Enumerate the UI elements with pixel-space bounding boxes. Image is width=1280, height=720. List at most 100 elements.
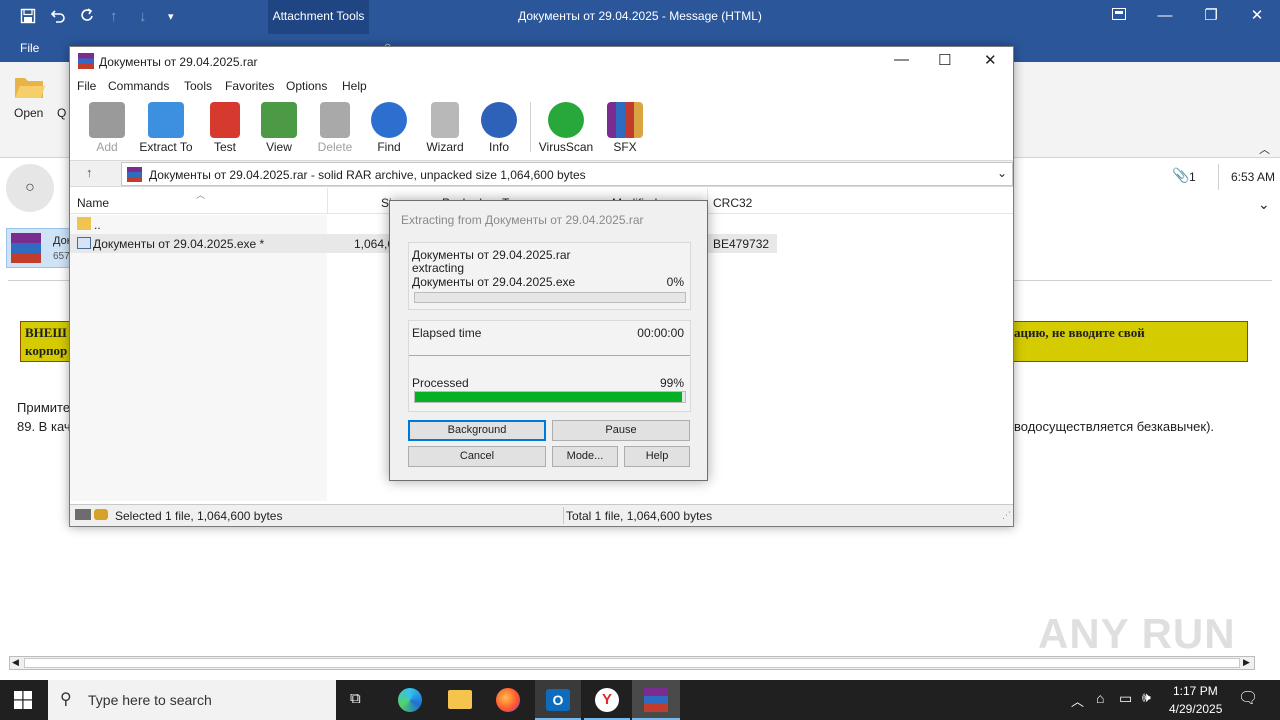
address-dropdown-icon[interactable]: ⌄	[997, 166, 1007, 180]
yandex-taskbar-button[interactable]: Y	[584, 680, 630, 720]
archive-path-text: Документы от 29.04.2025.rar - solid RAR …	[149, 168, 586, 182]
horizontal-scrollbar[interactable]: ◀ ▶	[9, 656, 1255, 670]
file-explorer-icon[interactable]	[448, 690, 472, 709]
action-center-network-icon[interactable]: ▭	[1119, 690, 1132, 707]
menu-commands[interactable]: Commands	[108, 79, 169, 93]
winrar-minimize-button[interactable]: —	[894, 51, 909, 68]
close-button[interactable]: ✕	[1234, 0, 1280, 34]
scroll-left-icon[interactable]: ◀	[12, 657, 19, 668]
cancel-button[interactable]: Cancel	[408, 446, 546, 467]
volume-icon[interactable]: 🕪	[1142, 689, 1151, 706]
anyrun-watermark: ANY RUN	[1038, 610, 1236, 657]
toolbar-view-button[interactable]: View	[252, 102, 306, 154]
virusscan-icon	[548, 102, 584, 138]
winrar-maximize-button[interactable]: ☐	[938, 51, 951, 69]
add-icon	[89, 102, 125, 138]
toolbar-delete-button[interactable]: Delete	[308, 102, 362, 154]
taskbar-search-box[interactable]: ⚲ Type here to search	[48, 680, 336, 720]
winrar-close-button[interactable]: ✕	[984, 51, 997, 69]
banner-text-right-1: омацию, не вводите свой	[999, 325, 1145, 340]
menu-tools[interactable]: Tools	[184, 79, 212, 93]
body-text-line-1: Примите	[17, 400, 71, 415]
outlook-window-title: Документы от 29.04.2025 - Message (HTML)	[518, 9, 762, 23]
column-crc32[interactable]: CRC32	[713, 196, 752, 210]
show-hidden-icons-chevron[interactable]: ︿	[1071, 691, 1084, 710]
restore-button[interactable]: ❐	[1188, 0, 1234, 34]
toolbar-test-button[interactable]: Test	[198, 102, 252, 154]
ribbon-display-options-icon[interactable]	[1096, 0, 1142, 34]
current-file-name: Документы от 29.04.2025.exe	[412, 275, 576, 289]
menu-help[interactable]: Help	[342, 79, 367, 93]
menu-file[interactable]: File	[77, 79, 96, 93]
column-name[interactable]: Name	[77, 196, 109, 210]
winrar-status-bar: Selected 1 file, 1,064,600 bytes Total 1…	[70, 504, 1013, 526]
minimize-button[interactable]: —	[1142, 0, 1188, 34]
up-one-level-icon[interactable]: ↑	[86, 165, 93, 180]
rar-file-icon	[11, 233, 41, 263]
status-selected: Selected 1 file, 1,064,600 bytes	[115, 509, 283, 523]
received-time: 6:53 AM	[1231, 170, 1276, 184]
winrar-taskbar-button[interactable]	[632, 680, 680, 720]
row-name: Документы от 29.04.2025.exe *	[93, 237, 265, 251]
status-divider	[563, 507, 564, 524]
search-placeholder: Type here to search	[88, 692, 212, 708]
menu-options[interactable]: Options	[286, 79, 327, 93]
taskbar-date[interactable]: 4/29/2025	[1169, 702, 1222, 716]
toolbar-delete-label: Delete	[317, 140, 353, 154]
mode-button[interactable]: Mode...	[552, 446, 618, 467]
tab-file[interactable]: File	[20, 41, 39, 55]
toolbar-wizard-button[interactable]: Wizard	[418, 102, 472, 154]
ribbon-quick-label[interactable]: Q	[57, 106, 66, 120]
extraction-progress-dialog: Extracting from Документы от 29.04.2025.…	[389, 200, 708, 481]
expand-header-icon[interactable]: ⌄	[1258, 196, 1270, 213]
toolbar-extract-to-button[interactable]: Extract To	[136, 102, 196, 154]
attachment-chip[interactable]: Док 657	[6, 228, 72, 268]
pause-button[interactable]: Pause	[552, 420, 690, 441]
winrar-title-bar: Документы от 29.04.2025.rar — ☐ ✕	[70, 47, 1013, 76]
toolbar-add-button[interactable]: Add	[80, 102, 134, 154]
file-progress-bar	[414, 292, 686, 303]
taskbar-time[interactable]: 1:17 PM	[1173, 684, 1218, 698]
outlook-title-bar: ↑ ↓ ▾ Attachment Tools Документы от 29.0…	[0, 0, 1280, 34]
edge-browser-icon[interactable]	[398, 688, 422, 712]
firefox-icon[interactable]	[496, 688, 520, 712]
archive-path-field[interactable]: Документы от 29.04.2025.rar - solid RAR …	[121, 162, 1013, 186]
processed-percent: 99%	[659, 376, 684, 390]
toolbar-find-button[interactable]: Find	[362, 102, 416, 154]
scroll-right-icon[interactable]: ▶	[1243, 657, 1250, 668]
resize-grip-icon[interactable]: ⋰	[1002, 510, 1011, 521]
open-folder-icon[interactable]	[13, 74, 45, 102]
test-icon	[210, 102, 240, 138]
winrar-title: Документы от 29.04.2025.rar	[99, 55, 258, 69]
drive-icon[interactable]	[75, 509, 91, 520]
toolbar-info-button[interactable]: Info	[472, 102, 526, 154]
row-crc: BE479732	[713, 237, 770, 251]
archive-name: Документы от 29.04.2025.rar	[412, 248, 571, 262]
group-divider	[409, 355, 690, 356]
elapsed-value: 00:00:00	[637, 326, 684, 340]
scrollbar-thumb[interactable]	[24, 658, 1240, 668]
menu-favorites[interactable]: Favorites	[225, 79, 274, 93]
key-icon[interactable]	[94, 509, 108, 520]
outlook-taskbar-button[interactable]: O	[535, 680, 581, 720]
body-text-line-2: 89. В кач	[17, 419, 71, 434]
exe-file-icon	[77, 237, 91, 249]
current-file-group: Документы от 29.04.2025.rar extracting Д…	[408, 242, 691, 310]
column-divider[interactable]	[327, 188, 328, 214]
task-view-icon[interactable]: ⧉	[350, 690, 361, 707]
attachment-size: 657	[53, 251, 70, 262]
network-status-icon[interactable]: ⌂	[1096, 690, 1104, 706]
archive-icon	[127, 167, 142, 182]
sfx-icon	[607, 102, 643, 138]
winrar-toolbar: Add Extract To Test View Delete Find Wiz…	[70, 96, 1013, 157]
start-windows-icon[interactable]	[14, 691, 32, 712]
ribbon-open-label[interactable]: Open	[14, 106, 43, 120]
background-button[interactable]: Background	[408, 420, 546, 441]
toolbar-sfx-button[interactable]: SFX	[598, 102, 652, 154]
notifications-icon[interactable]: 🗨	[1238, 688, 1258, 708]
collapse-ribbon-icon[interactable]: ︿	[1259, 141, 1270, 157]
winrar-taskbar-icon	[644, 688, 668, 712]
toolbar-virusscan-button[interactable]: VirusScan	[536, 102, 596, 154]
help-button[interactable]: Help	[624, 446, 690, 467]
toolbar-virusscan-label: VirusScan	[538, 140, 594, 154]
